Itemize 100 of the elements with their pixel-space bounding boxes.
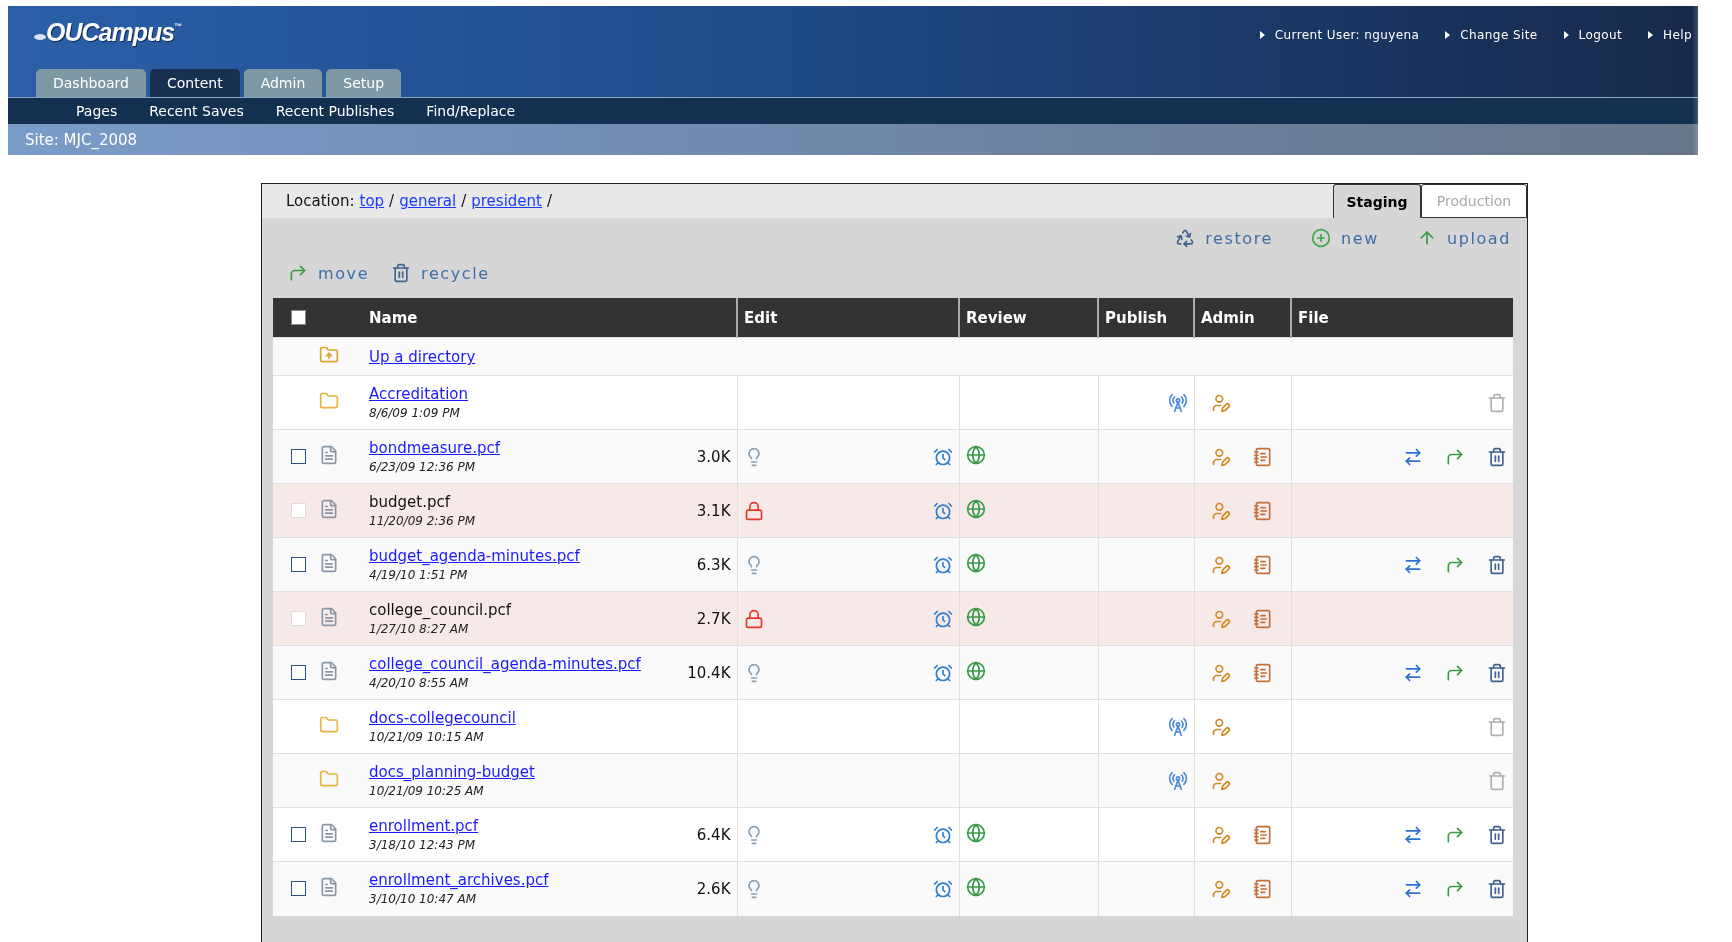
- action-link[interactable]: upload: [1416, 226, 1511, 250]
- file-name: college_council.pcf: [369, 601, 512, 619]
- radio-tower-icon[interactable]: [1167, 392, 1188, 413]
- file-name-link[interactable]: enrollment.pcf: [369, 817, 479, 835]
- file-name-link[interactable]: college_council_agenda-minutes.pcf: [369, 655, 641, 673]
- trash-icon[interactable]: [1487, 824, 1507, 845]
- trash-icon[interactable]: [1487, 662, 1507, 683]
- curved-arrow-icon[interactable]: [288, 263, 308, 283]
- notebook-icon[interactable]: [1252, 446, 1273, 467]
- breadcrumb-link[interactable]: general: [399, 192, 457, 210]
- header-link[interactable]: Logout: [1563, 28, 1623, 42]
- alarm-clock-icon[interactable]: [932, 824, 953, 845]
- notebook-icon[interactable]: [1252, 662, 1273, 683]
- notebook-icon[interactable]: [1252, 608, 1273, 629]
- swap-arrows-icon[interactable]: [1403, 824, 1423, 845]
- user-pencil-icon[interactable]: [1210, 608, 1231, 629]
- breadcrumb-link[interactable]: president: [471, 192, 542, 210]
- select-all-checkbox[interactable]: [291, 310, 306, 325]
- alarm-clock-icon[interactable]: [932, 500, 953, 521]
- header-link[interactable]: Help: [1648, 28, 1692, 42]
- logo[interactable]: OUCampus™: [34, 18, 182, 47]
- curved-arrow-icon[interactable]: [1445, 662, 1465, 683]
- header-link[interactable]: Change Site: [1445, 28, 1538, 42]
- nav-tab[interactable]: Content: [149, 69, 240, 97]
- alarm-clock-icon[interactable]: [932, 446, 953, 467]
- notebook-icon[interactable]: [1252, 824, 1273, 845]
- globe-icon[interactable]: [965, 660, 986, 681]
- sub-nav-link[interactable]: Pages: [76, 103, 118, 119]
- file-name-link[interactable]: budget_agenda-minutes.pcf: [369, 547, 580, 565]
- action-link[interactable]: restore: [1175, 226, 1274, 250]
- breadcrumb-link[interactable]: top: [359, 192, 385, 210]
- sub-nav-link[interactable]: Recent Publishes: [275, 103, 395, 119]
- modified-date: 3/18/10 12:43 PM: [369, 838, 477, 852]
- bullet-icon: [1445, 31, 1451, 39]
- document-icon: [319, 606, 339, 627]
- lock-icon[interactable]: [743, 608, 764, 629]
- user-pencil-icon[interactable]: [1210, 878, 1231, 899]
- swap-arrows-icon[interactable]: [1403, 662, 1423, 683]
- bullet-icon: [1563, 31, 1569, 39]
- globe-icon[interactable]: [965, 606, 986, 627]
- notebook-icon[interactable]: [1252, 500, 1273, 521]
- recycle-icon[interactable]: [1175, 228, 1196, 248]
- notebook-icon[interactable]: [1252, 878, 1273, 899]
- action-link[interactable]: move: [288, 258, 370, 288]
- file-name-link[interactable]: docs_planning-budget: [369, 763, 535, 781]
- user-pencil-icon[interactable]: [1210, 824, 1231, 845]
- globe-icon[interactable]: [965, 552, 986, 573]
- file-size: 2.6K: [696, 879, 731, 898]
- curved-arrow-icon[interactable]: [1445, 878, 1465, 899]
- swap-arrows-icon[interactable]: [1403, 878, 1423, 899]
- file-name-link[interactable]: Accreditation: [369, 385, 469, 403]
- row-checkbox[interactable]: [291, 665, 306, 680]
- globe-icon[interactable]: [965, 822, 986, 843]
- row-checkbox[interactable]: [291, 881, 306, 897]
- trash-icon[interactable]: [1487, 878, 1507, 899]
- action-link[interactable]: recycle: [391, 258, 490, 288]
- radio-tower-icon[interactable]: [1167, 716, 1188, 737]
- modified-date: 8/6/09 1:09 PM: [369, 406, 461, 420]
- user-pencil-icon[interactable]: [1210, 554, 1231, 575]
- action-link[interactable]: new: [1311, 226, 1379, 250]
- curved-arrow-icon[interactable]: [1445, 824, 1465, 845]
- row-checkbox[interactable]: [291, 449, 306, 464]
- plus-circle-icon[interactable]: [1311, 228, 1332, 248]
- header-link[interactable]: Current User: nguyena: [1259, 28, 1420, 42]
- folder-icon: [319, 714, 339, 735]
- sub-nav-link[interactable]: Recent Saves: [149, 103, 244, 119]
- alarm-clock-icon[interactable]: [932, 878, 953, 899]
- alarm-clock-icon[interactable]: [932, 662, 953, 683]
- notebook-icon[interactable]: [1252, 554, 1273, 575]
- file-name-link[interactable]: Up a directory: [369, 348, 476, 366]
- alarm-clock-icon[interactable]: [932, 554, 953, 575]
- alarm-clock-icon[interactable]: [932, 608, 953, 629]
- panel-tab[interactable]: Staging: [1333, 184, 1421, 218]
- row-checkbox[interactable]: [291, 557, 306, 572]
- modified-date: 3/10/10 10:47 AM: [369, 892, 478, 907]
- globe-icon[interactable]: [965, 876, 986, 897]
- breadcrumb-separator: /: [389, 192, 395, 210]
- curved-arrow-icon[interactable]: [1445, 554, 1465, 575]
- document-icon: [319, 498, 339, 519]
- globe-icon[interactable]: [965, 444, 986, 465]
- user-pencil-icon[interactable]: [1210, 716, 1231, 737]
- globe-icon[interactable]: [965, 498, 986, 519]
- sub-nav-link[interactable]: Find/Replace: [426, 103, 516, 119]
- row-checkbox[interactable]: [291, 827, 306, 842]
- user-pencil-icon[interactable]: [1210, 500, 1231, 521]
- radio-tower-icon[interactable]: [1167, 770, 1188, 791]
- swap-arrows-icon[interactable]: [1403, 554, 1423, 575]
- swap-arrows-icon[interactable]: [1403, 446, 1423, 467]
- curved-arrow-icon[interactable]: [1445, 446, 1465, 467]
- lock-icon[interactable]: [743, 500, 764, 521]
- user-pencil-icon[interactable]: [1210, 446, 1231, 467]
- file-name-link[interactable]: bondmeasure.pcf: [369, 439, 500, 457]
- user-pencil-icon[interactable]: [1210, 770, 1231, 791]
- file-name-link[interactable]: docs-collegecouncil: [369, 709, 516, 727]
- user-pencil-icon[interactable]: [1210, 392, 1231, 413]
- trash-icon[interactable]: [1487, 554, 1507, 575]
- file-name-link[interactable]: enrollment_archives.pcf: [369, 871, 549, 890]
- user-pencil-icon[interactable]: [1210, 662, 1231, 683]
- trash-icon[interactable]: [1487, 446, 1507, 467]
- trash-icon[interactable]: [391, 263, 412, 283]
